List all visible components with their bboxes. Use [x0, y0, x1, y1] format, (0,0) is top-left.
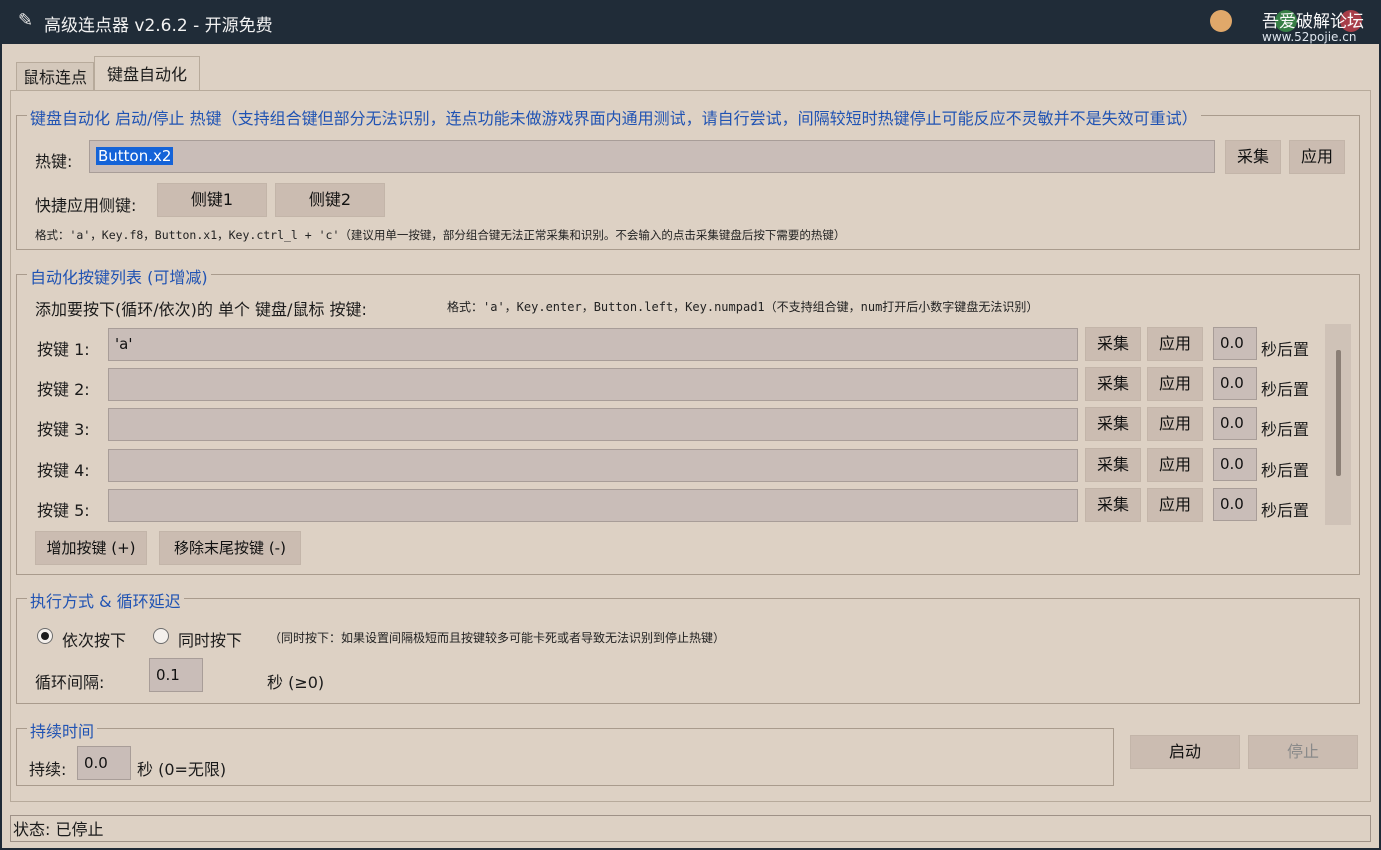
key-row-collect-button[interactable]: 采集 — [1085, 407, 1141, 441]
add-key-button[interactable]: 增加按键 (+) — [35, 531, 147, 565]
key-row-input[interactable] — [108, 489, 1078, 522]
status-orb-icon — [1210, 10, 1232, 32]
side-key-label: 快捷应用侧键: — [35, 196, 137, 215]
status-bar: 状态: 已停止 — [10, 815, 1371, 842]
interval-input[interactable]: 0.1 — [149, 658, 203, 692]
key-row-delay-suffix: 秒后置 — [1261, 461, 1310, 480]
hotkey-label: 热键: — [35, 152, 73, 171]
key-row-collect-button[interactable]: 采集 — [1085, 327, 1141, 361]
simultaneous-label[interactable]: 同时按下 — [178, 627, 242, 651]
key-row-label: 按键 5: — [37, 501, 90, 520]
simultaneous-note: （同时按下：如果设置间隔极短而且按键较多可能卡死或者导致无法识别到停止热键） — [269, 631, 726, 645]
key-row-delay-input[interactable]: 0.0 — [1213, 327, 1257, 360]
duration-label: 持续: — [29, 760, 67, 779]
key-row-delay-suffix: 秒后置 — [1261, 380, 1310, 399]
key-row-delay-input[interactable]: 0.0 — [1213, 448, 1257, 481]
stop-button[interactable]: 停止 — [1248, 735, 1358, 769]
key-row-delay-input[interactable]: 0.0 — [1213, 488, 1257, 521]
key-row-collect-button[interactable]: 采集 — [1085, 367, 1141, 401]
hotkey-input[interactable]: Button.x2 — [89, 140, 1215, 173]
tab-mouse-click[interactable]: 鼠标连点 — [16, 62, 94, 90]
side-key-2-button[interactable]: 侧键2 — [275, 183, 385, 217]
window-title: 高级连点器 v2.6.2 - 开源免费 — [44, 16, 273, 36]
key-row-delay-suffix: 秒后置 — [1261, 340, 1310, 359]
hotkey-apply-button[interactable]: 应用 — [1289, 140, 1345, 174]
app-client-area: 鼠标连点 键盘自动化 键盘自动化 启动/停止 热键（支持组合键但部分无法识别，连… — [2, 44, 1379, 848]
tab-keyboard-automation[interactable]: 键盘自动化 — [94, 56, 200, 90]
execution-mode-legend: 执行方式 & 循环延迟 — [27, 588, 184, 612]
key-list-scrollbar[interactable] — [1325, 324, 1351, 525]
simultaneous-radio[interactable] — [153, 628, 169, 644]
key-row-input[interactable] — [108, 449, 1078, 482]
duration-legend: 持续时间 — [27, 718, 98, 742]
key-row-apply-button[interactable]: 应用 — [1147, 327, 1203, 361]
key-row-input[interactable] — [108, 368, 1078, 401]
sequential-radio[interactable] — [37, 628, 53, 644]
feather-icon: ✎ — [18, 10, 34, 31]
hotkey-group-legend: 键盘自动化 启动/停止 热键（支持组合键但部分无法识别，连点功能未做游戏界面内通… — [27, 105, 1201, 129]
key-row-label: 按键 3: — [37, 420, 90, 439]
execution-mode-group: 执行方式 & 循环延迟 依次按下 同时按下 （同时按下：如果设置间隔极短而且按键… — [16, 588, 1360, 704]
duration-input[interactable]: 0.0 — [77, 746, 131, 780]
hotkey-group: 键盘自动化 启动/停止 热键（支持组合键但部分无法识别，连点功能未做游戏界面内通… — [16, 105, 1360, 250]
hotkey-value: Button.x2 — [96, 147, 174, 165]
key-row-delay-input[interactable]: 0.0 — [1213, 367, 1257, 400]
watermark-title: 吾爱破解论坛 — [1262, 12, 1364, 32]
key-list-legend: 自动化按键列表 (可增减) — [27, 264, 211, 288]
key-row-apply-button[interactable]: 应用 — [1147, 488, 1203, 522]
key-row-apply-button[interactable]: 应用 — [1147, 367, 1203, 401]
key-row-delay-suffix: 秒后置 — [1261, 501, 1310, 520]
key-row-delay-input[interactable]: 0.0 — [1213, 407, 1257, 440]
key-row-collect-button[interactable]: 采集 — [1085, 488, 1141, 522]
key-row-label: 按键 4: — [37, 461, 90, 480]
remove-last-key-button[interactable]: 移除末尾按键 (-) — [159, 531, 301, 565]
key-row-collect-button[interactable]: 采集 — [1085, 448, 1141, 482]
watermark-url: www.52pojie.cn — [1262, 30, 1357, 44]
key-row-apply-button[interactable]: 应用 — [1147, 407, 1203, 441]
key-list-intro: 添加要按下(循环/依次)的 单个 键盘/鼠标 按键: — [35, 300, 367, 319]
key-list-scroll-thumb[interactable] — [1336, 350, 1341, 476]
title-bar: ✎ 高级连点器 v2.6.2 - 开源免费 吾爱破解论坛 www.52pojie… — [0, 0, 1381, 44]
interval-label: 循环间隔: — [35, 673, 105, 692]
key-row-label: 按键 2: — [37, 380, 90, 399]
key-row-input[interactable]: 'a' — [108, 328, 1078, 361]
side-key-1-button[interactable]: 侧键1 — [157, 183, 267, 217]
hotkey-collect-button[interactable]: 采集 — [1225, 140, 1281, 174]
interval-unit: 秒 (≥0) — [267, 673, 325, 692]
key-row-apply-button[interactable]: 应用 — [1147, 448, 1203, 482]
duration-group: 持续时间 持续: 0.0 秒 (0=无限) — [16, 718, 1114, 786]
start-button[interactable]: 启动 — [1130, 735, 1240, 769]
key-list-group: 自动化按键列表 (可增减) 添加要按下(循环/依次)的 单个 键盘/鼠标 按键:… — [16, 264, 1360, 575]
key-list-format-note: 格式：'a'，Key.enter，Button.left，Key.numpad1… — [447, 300, 1039, 314]
duration-unit: 秒 (0=无限) — [137, 760, 227, 779]
key-row-label: 按键 1: — [37, 340, 90, 359]
sequential-label[interactable]: 依次按下 — [62, 627, 126, 651]
key-row-input[interactable] — [108, 408, 1078, 441]
key-row-delay-suffix: 秒后置 — [1261, 420, 1310, 439]
hotkey-format-note: 格式：'a'，Key.f8，Button.x1，Key.ctrl_l + 'c'… — [35, 228, 846, 242]
